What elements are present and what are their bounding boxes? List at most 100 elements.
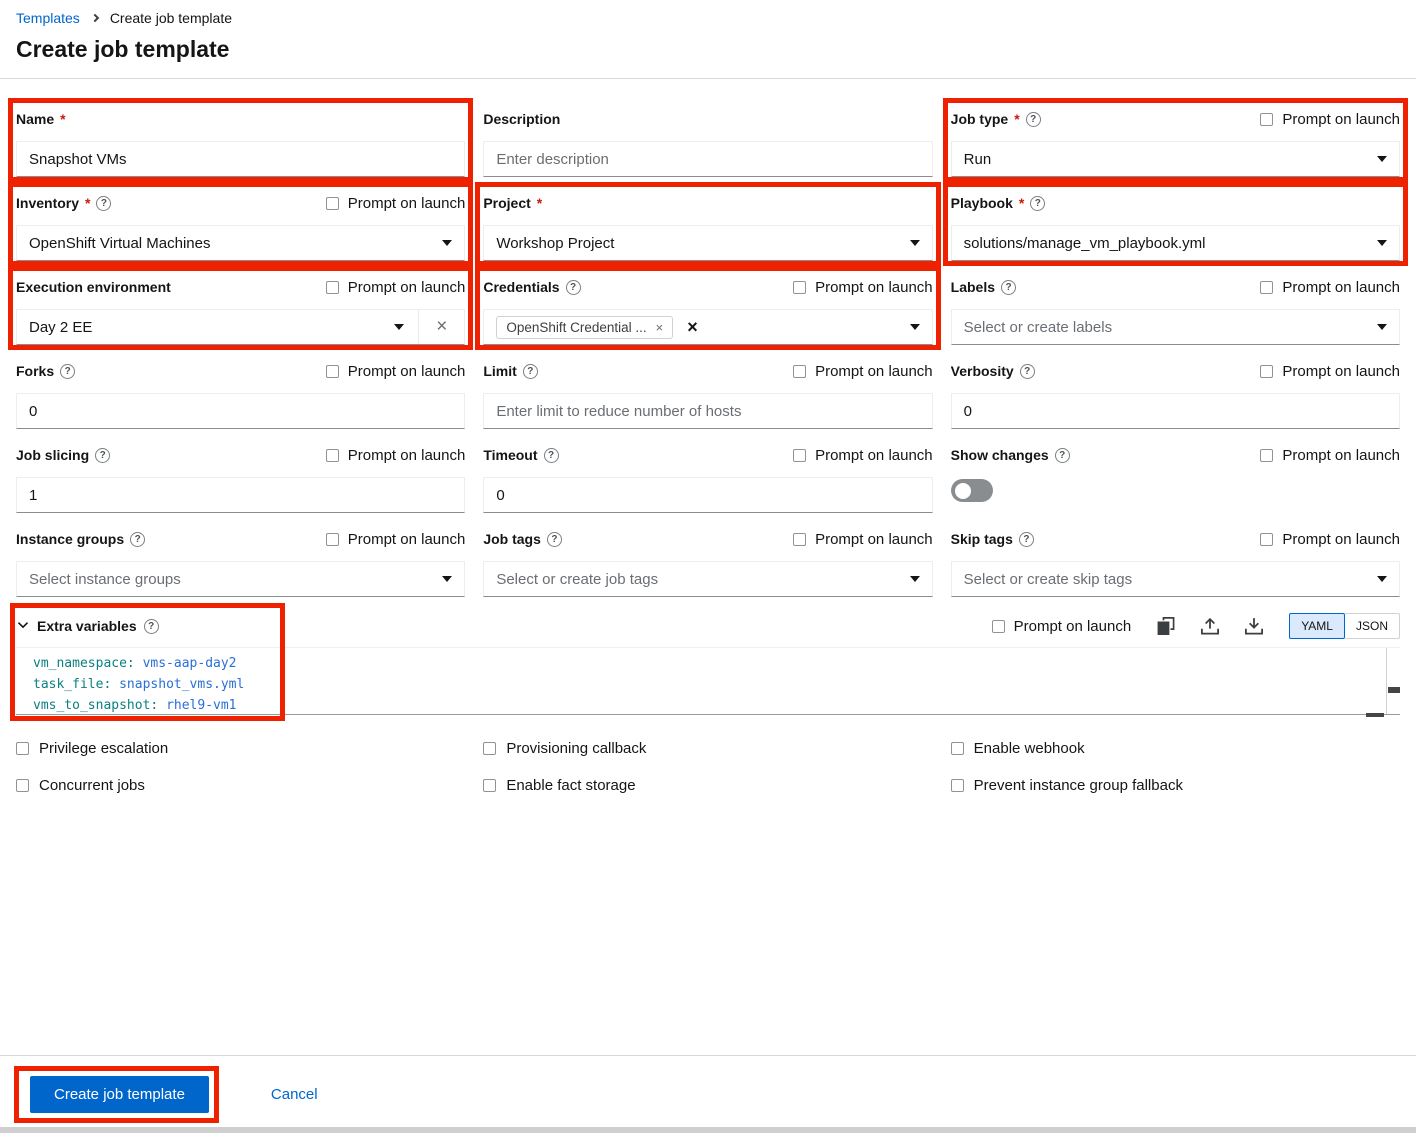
show-changes-toggle[interactable]	[951, 479, 993, 502]
help-icon[interactable]: ?	[566, 280, 581, 295]
job-type-prompt-on-launch[interactable]: Prompt on launch	[1260, 111, 1400, 128]
checkbox[interactable]	[483, 742, 496, 755]
help-icon[interactable]: ?	[1026, 112, 1041, 127]
labels-select[interactable]: Select or create labels	[951, 309, 1400, 345]
instance-groups-select[interactable]: Select instance groups	[16, 561, 465, 597]
help-icon[interactable]: ?	[547, 532, 562, 547]
help-icon[interactable]: ?	[144, 619, 159, 634]
checkbox[interactable]	[16, 742, 29, 755]
field-instance-groups: Instance groups ? Prompt on launch Selec…	[16, 529, 465, 597]
forks-input[interactable]	[16, 393, 465, 429]
editor-horizontal-scrollbar-thumb[interactable]	[1366, 713, 1384, 717]
name-input[interactable]	[16, 141, 465, 177]
inventory-prompt-on-launch[interactable]: Prompt on launch	[326, 195, 466, 212]
checkbox[interactable]	[483, 779, 496, 792]
project-select[interactable]: Workshop Project	[483, 225, 932, 261]
editor-scrollbar-thumb[interactable]	[1388, 687, 1400, 693]
checkbox[interactable]	[326, 197, 339, 210]
option-provisioning-callback[interactable]: Provisioning callback	[483, 740, 932, 757]
playbook-select[interactable]: solutions/manage_vm_playbook.yml	[951, 225, 1400, 261]
forks-prompt-on-launch[interactable]: Prompt on launch	[326, 363, 466, 380]
clear-credentials-icon[interactable]: ×	[687, 318, 698, 336]
checkbox[interactable]	[16, 779, 29, 792]
description-input[interactable]	[483, 141, 932, 177]
checkbox[interactable]	[793, 449, 806, 462]
limit-input[interactable]	[483, 393, 932, 429]
field-timeout: Timeout ? Prompt on launch	[483, 445, 932, 513]
job-slicing-prompt-on-launch[interactable]: Prompt on launch	[326, 447, 466, 464]
instance-groups-prompt-on-launch[interactable]: Prompt on launch	[326, 531, 466, 548]
caret-down-icon	[442, 240, 452, 246]
limit-prompt-on-launch[interactable]: Prompt on launch	[793, 363, 933, 380]
job-type-select[interactable]: Run	[951, 141, 1400, 177]
checkbox[interactable]	[326, 365, 339, 378]
verbosity-input[interactable]	[951, 393, 1400, 429]
labels-prompt-on-launch[interactable]: Prompt on launch	[1260, 279, 1400, 296]
yaml-toggle-button[interactable]: YAML	[1289, 613, 1345, 639]
help-icon[interactable]: ?	[1019, 532, 1034, 547]
show-changes-prompt-on-launch[interactable]: Prompt on launch	[1260, 447, 1400, 464]
checkbox[interactable]	[1260, 365, 1273, 378]
execution-environment-label: Execution environment	[16, 279, 171, 295]
field-inventory: Inventory * ? Prompt on launch OpenShift…	[16, 193, 465, 261]
json-toggle-button[interactable]: JSON	[1345, 613, 1400, 639]
options-checkbox-group: Privilege escalation Provisioning callba…	[0, 715, 1416, 794]
help-icon[interactable]: ?	[544, 448, 559, 463]
required-marker: *	[537, 195, 542, 211]
field-verbosity: Verbosity ? Prompt on launch	[951, 361, 1400, 429]
checkbox[interactable]	[951, 742, 964, 755]
cancel-button[interactable]: Cancel	[271, 1086, 318, 1103]
help-icon[interactable]: ?	[95, 448, 110, 463]
inventory-select[interactable]: OpenShift Virtual Machines	[16, 225, 465, 261]
option-privilege-escalation[interactable]: Privilege escalation	[16, 740, 465, 757]
timeout-input[interactable]	[483, 477, 932, 513]
checkbox[interactable]	[793, 365, 806, 378]
skip-tags-select[interactable]: Select or create skip tags	[951, 561, 1400, 597]
create-job-template-button[interactable]: Create job template	[30, 1076, 209, 1113]
checkbox[interactable]	[951, 779, 964, 792]
credentials-prompt-on-launch[interactable]: Prompt on launch	[793, 279, 933, 296]
extra-variables-prompt-on-launch[interactable]: Prompt on launch	[992, 618, 1132, 635]
help-icon[interactable]: ?	[523, 364, 538, 379]
help-icon[interactable]: ?	[1020, 364, 1035, 379]
option-enable-fact-storage[interactable]: Enable fact storage	[483, 777, 932, 794]
job-tags-prompt-on-launch[interactable]: Prompt on launch	[793, 531, 933, 548]
checkbox[interactable]	[793, 281, 806, 294]
option-enable-webhook[interactable]: Enable webhook	[951, 740, 1400, 757]
job-type-label: Job type	[951, 111, 1009, 127]
job-slicing-input[interactable]	[16, 477, 465, 513]
breadcrumb-link-templates[interactable]: Templates	[16, 10, 80, 26]
credentials-select[interactable]: OpenShift Credential ... × ×	[483, 309, 932, 345]
upload-icon[interactable]	[1201, 617, 1219, 635]
skip-tags-prompt-on-launch[interactable]: Prompt on launch	[1260, 531, 1400, 548]
editor-scrollbar[interactable]	[1386, 648, 1400, 714]
job-tags-select[interactable]: Select or create job tags	[483, 561, 932, 597]
checkbox[interactable]	[326, 533, 339, 546]
checkbox[interactable]	[1260, 281, 1273, 294]
checkbox[interactable]	[1260, 113, 1273, 126]
clear-selection-icon[interactable]: ×	[418, 310, 464, 344]
option-prevent-instance-group-fallback[interactable]: Prevent instance group fallback	[951, 777, 1400, 794]
copy-icon[interactable]	[1157, 617, 1175, 635]
help-icon[interactable]: ?	[130, 532, 145, 547]
checkbox[interactable]	[326, 281, 339, 294]
help-icon[interactable]: ?	[1001, 280, 1016, 295]
checkbox[interactable]	[1260, 449, 1273, 462]
timeout-prompt-on-launch[interactable]: Prompt on launch	[793, 447, 933, 464]
checkbox[interactable]	[793, 533, 806, 546]
help-icon[interactable]: ?	[60, 364, 75, 379]
help-icon[interactable]: ?	[96, 196, 111, 211]
help-icon[interactable]: ?	[1055, 448, 1070, 463]
remove-credential-icon[interactable]: ×	[656, 321, 664, 334]
extra-variables-editor[interactable]: vm_namespace: vms-aap-day2 task_file: sn…	[16, 647, 1400, 715]
checkbox[interactable]	[1260, 533, 1273, 546]
chevron-down-icon[interactable]	[16, 619, 30, 633]
execution-environment-select-toggle[interactable]: Day 2 EE	[17, 310, 418, 344]
help-icon[interactable]: ?	[1030, 196, 1045, 211]
execution-environment-prompt-on-launch[interactable]: Prompt on launch	[326, 279, 466, 296]
download-icon[interactable]	[1245, 617, 1263, 635]
verbosity-prompt-on-launch[interactable]: Prompt on launch	[1260, 363, 1400, 380]
checkbox[interactable]	[326, 449, 339, 462]
option-concurrent-jobs[interactable]: Concurrent jobs	[16, 777, 465, 794]
checkbox[interactable]	[992, 620, 1005, 633]
